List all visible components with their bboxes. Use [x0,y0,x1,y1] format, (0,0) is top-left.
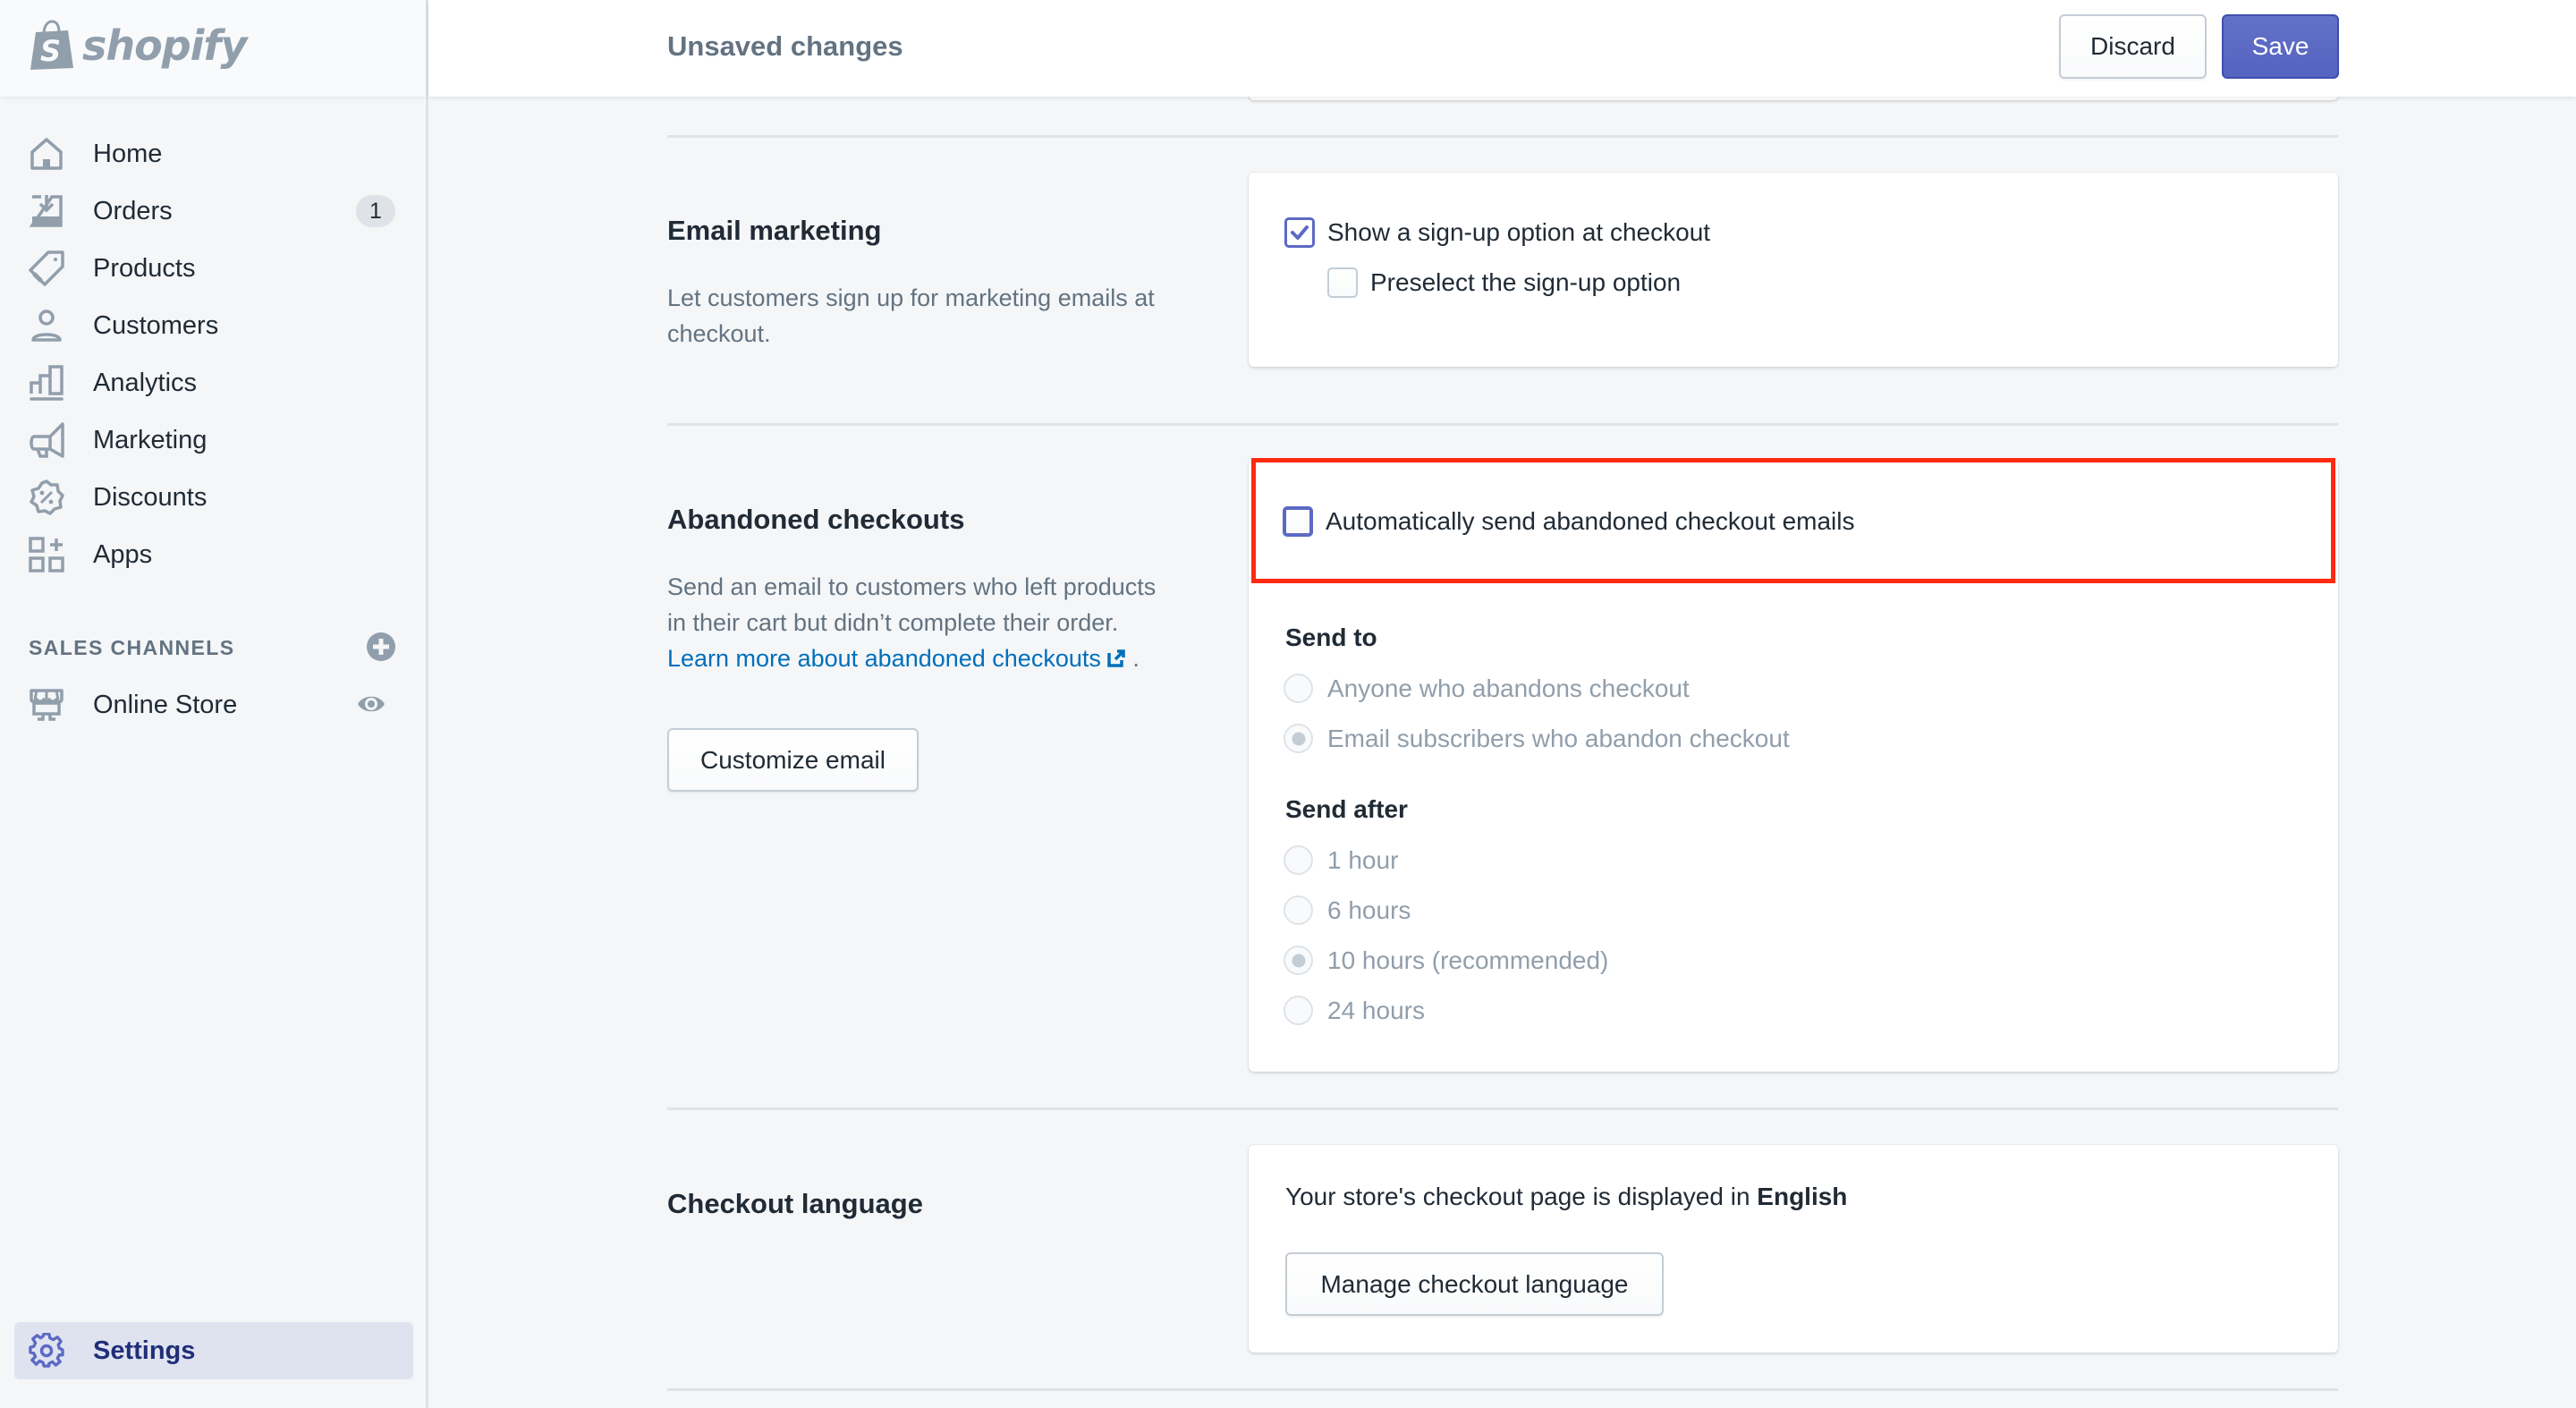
discard-button[interactable]: Discard [2059,14,2207,79]
email-marketing-title: Email marketing [667,215,882,246]
section-divider [667,423,2338,426]
radio-button[interactable] [1284,946,1313,975]
logo-area: S shopify [0,0,426,97]
svg-text:S: S [40,34,61,68]
sidebar-item-label: Marketing [93,425,208,454]
send-after-option-24h[interactable]: 24 hours [1284,996,1425,1025]
sidebar-item-customers[interactable]: Customers [0,297,426,354]
sidebar-item-label: Analytics [93,368,198,397]
radio-label: 1 hour [1327,845,1399,874]
abandoned-description-text: Send an email to customers who left prod… [667,573,1157,636]
sidebar-item-discounts[interactable]: Discounts [0,469,426,526]
email-marketing-card: Show a sign-up option at checkout Presel… [1249,173,2338,367]
gear-icon [29,1333,64,1368]
auto-send-checkbox[interactable] [1283,506,1313,537]
send-after-option-1h[interactable]: 1 hour [1284,845,1398,875]
tag-icon [29,250,64,286]
unsaved-changes-title: Unsaved changes [667,30,903,62]
orders-icon [29,195,63,227]
radio-label: 6 hours [1327,895,1411,924]
store-icon [30,689,64,721]
checkout-language-card [1249,1145,2338,1353]
external-link-icon [1107,649,1125,667]
sidebar-item-orders[interactable]: Orders 1 [0,182,426,240]
show-signup-label: Show a sign-up option at checkout [1327,218,1711,246]
sidebar-item-label: Settings [93,1336,196,1365]
settings-content: Email marketing Let customers sign up fo… [428,0,2576,1408]
home-icon [30,138,63,170]
person-icon [31,310,62,342]
sidebar-item-label: Online Store [93,690,238,719]
apps-icon [29,537,64,573]
main-nav: Home Orders 1 Products Customers Analyti… [0,125,426,583]
sidebar-item-apps[interactable]: Apps [0,526,426,583]
send-after-option-10h[interactable]: 10 hours (recommended) [1284,946,1608,975]
send-after-option-6h[interactable]: 6 hours [1284,895,1411,925]
email-marketing-description: Let customers sign up for marketing emai… [667,284,1155,347]
show-signup-checkbox-row[interactable]: Show a sign-up option at checkout [1284,217,1710,248]
checkout-language-text: Your store's checkout page is displayed … [1285,1183,1847,1211]
sidebar-item-marketing[interactable]: Marketing [0,411,426,469]
sidebar-item-settings[interactable]: Settings [14,1322,413,1379]
send-after-title: Send after [1285,795,1408,823]
radio-label: 24 hours [1327,996,1425,1024]
sidebar-item-label: Orders [93,196,173,225]
shopify-logo[interactable]: S shopify [29,20,247,72]
radio-button[interactable] [1284,996,1313,1025]
preselect-signup-checkbox[interactable] [1327,267,1358,298]
section-divider [667,135,2338,138]
radio-button[interactable] [1284,845,1313,875]
sales-channels-title: SALES CHANNELS [29,636,235,659]
show-signup-checkbox[interactable] [1284,217,1315,248]
sidebar-item-label: Customers [93,310,219,340]
abandoned-checkouts-title: Abandoned checkouts [667,504,965,535]
radio-button[interactable] [1284,674,1313,703]
sidebar: S shopify Home Orders 1 Products Custome… [0,0,428,1408]
eye-icon[interactable] [356,689,386,719]
radio-button[interactable] [1284,895,1313,925]
contextual-save-bar: Unsaved changes Discard Save [428,0,2576,97]
section-divider [667,1107,2338,1110]
checkout-language-title: Checkout language [667,1188,923,1219]
send-to-title: Send to [1285,623,1377,651]
radio-label: Email subscribers who abandon checkout [1327,724,1790,752]
checkmark-icon [1291,225,1309,240]
learn-more-link[interactable]: Learn more about abandoned checkouts [667,645,1126,672]
orders-count-badge: 1 [356,195,395,227]
preselect-signup-checkbox-row[interactable]: Preselect the sign-up option [1327,267,1681,298]
auto-send-checkbox-row[interactable]: Automatically send abandoned checkout em… [1283,506,1854,537]
sidebar-item-label: Home [93,139,163,168]
checkout-language-prefix: Your store's checkout page is displayed … [1285,1183,1758,1210]
sidebar-item-online-store[interactable]: Online Store [0,676,426,734]
megaphone-icon [30,422,64,458]
sales-channels-header: SALES CHANNELS [29,629,395,665]
radio-button[interactable] [1284,724,1313,753]
add-sales-channel-icon[interactable] [367,632,395,661]
sidebar-item-label: Products [93,253,196,283]
link-suffix: . [1132,645,1140,672]
section-divider [667,1388,2338,1391]
sidebar-item-label: Apps [93,539,153,569]
radio-label: 10 hours (recommended) [1327,946,1609,974]
sidebar-item-analytics[interactable]: Analytics [0,354,426,411]
logo-text: shopify [82,21,247,70]
send-to-option-anyone[interactable]: Anyone who abandons checkout [1284,674,1690,703]
manage-checkout-language-button[interactable]: Manage checkout language [1285,1252,1664,1316]
radio-label: Anyone who abandons checkout [1327,674,1690,702]
sidebar-item-products[interactable]: Products [0,240,426,297]
sidebar-item-label: Discounts [93,482,208,512]
customize-email-button[interactable]: Customize email [667,728,919,792]
preselect-signup-label: Preselect the sign-up option [1370,268,1682,296]
bar-chart-icon [30,365,64,401]
current-language: English [1757,1183,1848,1210]
shopping-bag-icon: S [30,20,73,70]
learn-more-link-text: Learn more about abandoned checkouts [667,645,1101,672]
send-to-option-subscribers[interactable]: Email subscribers who abandon checkout [1284,724,1790,753]
auto-send-label: Automatically send abandoned checkout em… [1326,507,1855,535]
abandoned-checkouts-description: Send an email to customers who left prod… [667,569,1168,676]
sidebar-item-home[interactable]: Home [0,125,426,182]
abandoned-checkouts-card: Automatically send abandoned checkout em… [1249,459,2338,1072]
discount-icon [30,479,64,515]
save-button[interactable]: Save [2222,14,2339,79]
